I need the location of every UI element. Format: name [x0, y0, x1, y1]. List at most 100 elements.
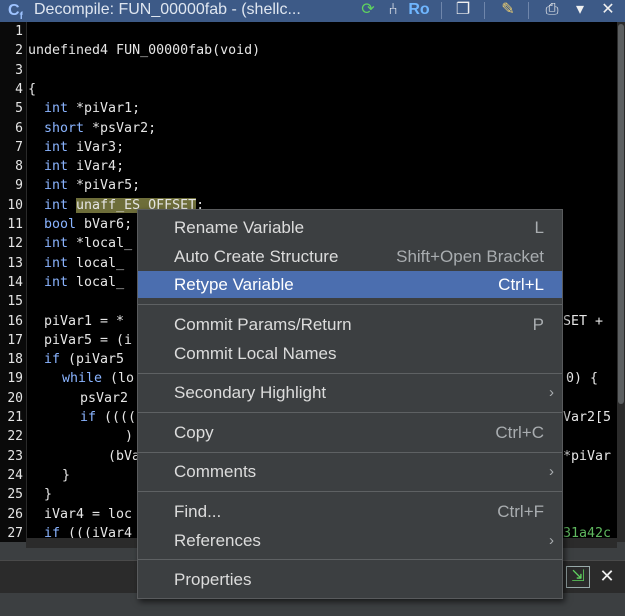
menu-item-rename-variable[interactable]: Rename Variable L — [138, 214, 562, 241]
menu-separator — [138, 412, 562, 413]
code-line[interactable]: int *piVar1; — [44, 99, 140, 118]
menu-item-label: References — [174, 531, 261, 550]
read-only-toggle[interactable]: Ro — [406, 0, 432, 22]
code-line[interactable]: { — [28, 80, 36, 99]
line-number: 15 — [7, 294, 23, 310]
declaration-text[interactable]: bVar6; — [76, 217, 132, 232]
code-line[interactable]: ) — [125, 427, 133, 446]
declaration-text[interactable]: *piVar5; — [68, 178, 140, 193]
menu-item-label: Commit Local Names — [174, 344, 337, 363]
edit-icon[interactable]: ✎ — [496, 0, 520, 22]
menu-item-label: Commit Params/Return — [174, 315, 352, 334]
code-line-tail[interactable]: SET + — [563, 312, 603, 331]
code-line[interactable]: if (piVar5 — [44, 350, 124, 369]
scrollbar-thumb[interactable] — [618, 24, 624, 404]
type-keyword[interactable]: int — [44, 236, 68, 251]
code-line[interactable]: undefined4 FUN_00000fab(void) — [28, 41, 260, 60]
title-bar: Cf Decompile: FUN_00000fab - (shellc... … — [0, 0, 625, 22]
copy-icon[interactable]: ❐ — [452, 0, 474, 22]
control-keyword[interactable]: if — [80, 410, 96, 425]
type-keyword[interactable]: short — [44, 121, 84, 136]
menu-item-references[interactable]: References › — [138, 527, 562, 554]
graph-icon[interactable]: ⑃ — [382, 0, 404, 22]
control-keyword[interactable]: while — [62, 371, 102, 386]
line-number: 27 — [7, 525, 23, 541]
line-number: 9 — [15, 178, 23, 194]
export-icon[interactable]: ⇲ — [566, 566, 590, 588]
declaration-text[interactable]: *psVar2; — [84, 121, 156, 136]
line-number: 25 — [7, 487, 23, 503]
code-line[interactable]: bool bVar6; — [44, 215, 132, 234]
chevron-down-icon[interactable]: ▾ — [570, 0, 590, 22]
code-line-tail[interactable]: Var2[5 — [563, 408, 611, 427]
code-line-tail[interactable]: *piVar — [563, 447, 611, 466]
menu-item-shortcut: Ctrl+L — [498, 275, 544, 294]
code-line[interactable]: int local_ — [44, 273, 124, 292]
code-line[interactable]: short *psVar2; — [44, 119, 156, 138]
close-icon[interactable]: ✕ — [596, 0, 620, 22]
menu-item-retype-variable[interactable]: Retype Variable Ctrl+L — [138, 271, 562, 298]
refresh-icon[interactable]: ⟳ — [358, 0, 378, 22]
code-line[interactable]: if (((( — [80, 408, 136, 427]
code-line[interactable]: iVar4 = loc — [44, 505, 132, 524]
code-line[interactable]: int local_ — [44, 254, 124, 273]
code-line[interactable]: int iVar4; — [44, 157, 124, 176]
control-keyword[interactable]: if — [44, 352, 60, 367]
vertical-scrollbar[interactable] — [617, 22, 625, 542]
condition-text[interactable]: (((( — [96, 410, 136, 425]
code-line[interactable]: } — [44, 485, 52, 504]
context-menu[interactable]: Rename Variable L Auto Create Structure Sh… — [137, 209, 563, 599]
menu-separator — [138, 559, 562, 560]
menu-item-shortcut: L — [534, 218, 544, 237]
menu-item-comments[interactable]: Comments › — [138, 458, 562, 485]
code-line[interactable]: int *local_ — [44, 234, 132, 253]
menu-item-commit-params-return[interactable]: Commit Params/Return P — [138, 311, 562, 338]
menu-item-auto-create-structure[interactable]: Auto Create Structure Shift+Open Bracket — [138, 243, 562, 270]
condition-text[interactable]: (lo — [102, 371, 134, 386]
menu-item-copy[interactable]: Copy Ctrl+C — [138, 419, 562, 446]
menu-item-find[interactable]: Find... Ctrl+F — [138, 498, 562, 525]
menu-item-secondary-highlight[interactable]: Secondary Highlight › — [138, 379, 562, 406]
declaration-text[interactable]: iVar3; — [68, 140, 124, 155]
type-keyword[interactable]: int — [44, 101, 68, 116]
menu-separator — [138, 491, 562, 492]
close-icon[interactable]: ✕ — [596, 564, 618, 588]
menu-item-commit-local-names[interactable]: Commit Local Names — [138, 340, 562, 367]
code-line[interactable]: int iVar3; — [44, 138, 124, 157]
type-keyword[interactable]: bool — [44, 217, 76, 232]
toolbar-separator — [528, 2, 529, 19]
code-line[interactable]: piVar5 = (i — [44, 331, 132, 350]
code-line-tail[interactable]: 0) { — [566, 369, 598, 388]
snapshot-icon[interactable]: ⎙ — [540, 0, 564, 22]
code-line[interactable]: while (lo — [62, 369, 134, 388]
declaration-text[interactable]: *piVar1; — [68, 101, 140, 116]
type-keyword[interactable]: int — [44, 140, 68, 155]
declaration-text[interactable]: iVar4; — [68, 159, 124, 174]
type-keyword[interactable]: int — [44, 275, 68, 290]
declaration-text[interactable]: *local_ — [68, 236, 132, 251]
menu-item-properties[interactable]: Properties — [138, 566, 562, 593]
line-number: 2 — [15, 43, 23, 59]
line-number: 12 — [7, 236, 23, 252]
chevron-right-icon: › — [549, 463, 554, 480]
type-keyword[interactable]: int — [44, 256, 68, 271]
toolbar-separator — [441, 2, 442, 19]
code-line[interactable]: psVar2 — [80, 389, 128, 408]
menu-item-shortcut: Ctrl+C — [495, 423, 544, 442]
line-number: 3 — [15, 62, 23, 78]
line-number: 10 — [7, 197, 23, 213]
code-line[interactable]: } — [62, 466, 70, 485]
window-title: Decompile: FUN_00000fab - (shellc... — [34, 1, 301, 18]
code-line[interactable]: piVar1 = * — [44, 312, 124, 331]
code-line[interactable]: (bVa — [108, 447, 140, 466]
code-line[interactable]: int *piVar5; — [44, 176, 140, 195]
declaration-text[interactable]: local_ — [68, 275, 124, 290]
condition-text[interactable]: (piVar5 — [60, 352, 124, 367]
line-number: 11 — [7, 217, 23, 232]
line-number: 21 — [7, 410, 23, 425]
type-keyword[interactable]: int — [44, 178, 68, 193]
type-keyword[interactable]: int — [44, 198, 68, 213]
declaration-text[interactable]: local_ — [68, 256, 124, 271]
type-keyword[interactable]: int — [44, 159, 68, 174]
menu-item-shortcut: Ctrl+F — [497, 502, 544, 521]
